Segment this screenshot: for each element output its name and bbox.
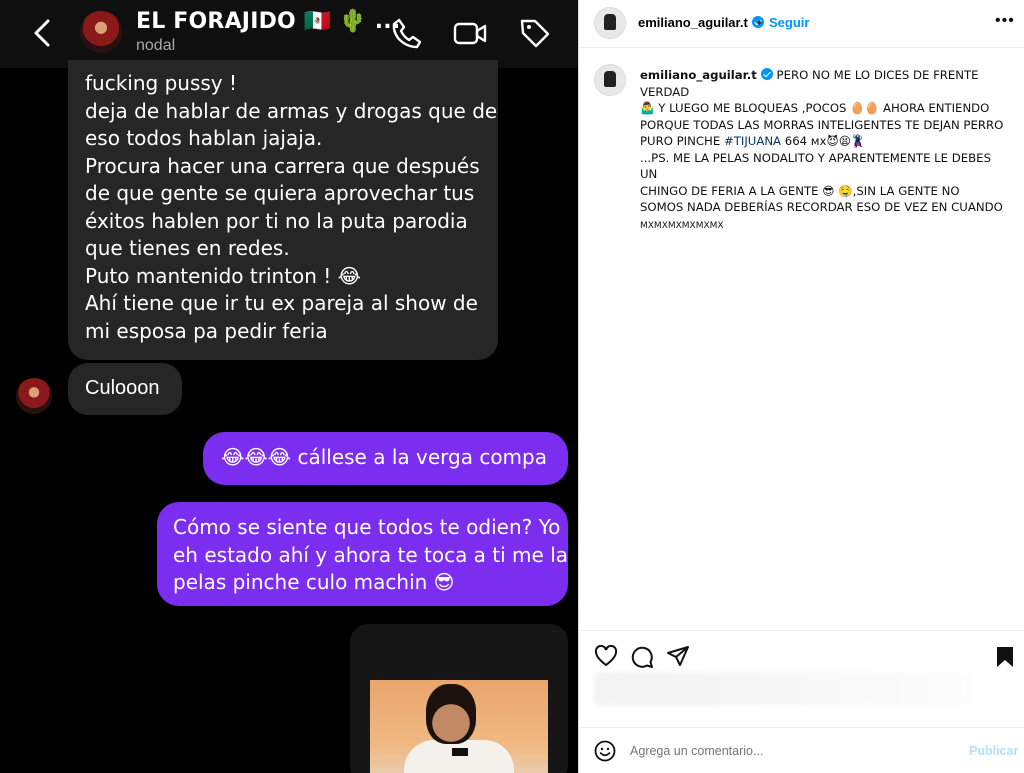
caption-line: ...PS. ME LA PELAS NODALITO Y APARENTEME… bbox=[640, 150, 991, 182]
caption-line: SOMOS NADA DEBERÍAS RECORDAR ESO DE VEZ … bbox=[640, 200, 1003, 214]
dm-chat-screenshot: EL FORAJIDO 🇲🇽 🌵 ... nodal fucking pussy… bbox=[0, 0, 578, 773]
outgoing-message-2: Cómo se siente que todos te odien? Yo eh… bbox=[157, 502, 568, 606]
message-line: mi esposa pa pedir feria bbox=[85, 318, 328, 343]
video-camera-icon[interactable] bbox=[452, 16, 488, 50]
post-header: emiliano_aguilar.t • Seguir ••• bbox=[579, 0, 1024, 48]
heart-icon[interactable] bbox=[594, 645, 618, 667]
separator-dot: • bbox=[757, 15, 762, 30]
caption-line: PORQUE TODAS LAS MORRAS INTELIGENTES TE … bbox=[640, 117, 1004, 132]
message-line: Puto mantenido trinton ! 😂 bbox=[85, 263, 362, 288]
message-line: Ahí tiene que ir tu ex pareja al show de bbox=[85, 291, 478, 315]
contact-username: nodal bbox=[136, 37, 176, 54]
chevron-left-icon[interactable] bbox=[30, 16, 54, 50]
comment-icon[interactable] bbox=[630, 645, 654, 669]
sender-avatar bbox=[16, 378, 52, 414]
incoming-message-long: fucking pussy ! deja de hablar de armas … bbox=[68, 60, 498, 360]
more-options-icon[interactable]: ••• bbox=[995, 12, 1015, 30]
incoming-message-short: Culooon bbox=[68, 363, 182, 415]
author-avatar[interactable] bbox=[594, 7, 626, 39]
message-line: que tienes en redes. bbox=[85, 236, 290, 260]
caption-line: 664 мх😈😫🦹 bbox=[784, 134, 866, 148]
message-line: fucking pussy ! bbox=[85, 71, 238, 95]
instagram-post-panel: emiliano_aguilar.t • Seguir ••• emiliano… bbox=[578, 0, 1024, 773]
message-line: Cómo se siente que todos te odien? Yo bbox=[173, 515, 561, 539]
author-username[interactable]: emiliano_aguilar.t bbox=[638, 15, 764, 30]
contact-name[interactable]: EL FORAJIDO 🇲🇽 🌵 ... bbox=[136, 9, 400, 34]
message-line: pelas pinche culo machin 😎 bbox=[173, 570, 455, 594]
outgoing-message-1: 😂😂😂 cállese a la verga compa bbox=[203, 432, 568, 485]
publish-button[interactable]: Publicar bbox=[969, 744, 1018, 758]
verified-badge-icon bbox=[760, 68, 773, 80]
caption-username[interactable]: emiliano_aguilar.t bbox=[640, 68, 757, 82]
comment-bar: Publicar bbox=[579, 727, 1024, 773]
comment-input[interactable] bbox=[630, 744, 930, 758]
caption-line: 🤷‍♂️ Y LUEGO ME BLOQUEAS ,POCOS 🥚🥚 AHORA… bbox=[640, 101, 990, 115]
hashtag-link[interactable]: #TIJUANA bbox=[724, 134, 781, 148]
message-line: de que gente se quiera aprovechar tus bbox=[85, 181, 475, 205]
bookmark-icon[interactable] bbox=[995, 645, 1015, 669]
shared-photo bbox=[370, 680, 548, 773]
post-caption: emiliano_aguilar.t PERO NO ME LO DICES D… bbox=[640, 67, 1010, 234]
tag-icon[interactable] bbox=[518, 16, 552, 50]
caption-author-avatar[interactable] bbox=[594, 64, 626, 96]
caption-line: PURO PINCHE bbox=[640, 134, 721, 148]
message-line: eso todos hablan jajaja. bbox=[85, 126, 323, 150]
phone-icon[interactable] bbox=[390, 16, 424, 50]
emoji-icon[interactable] bbox=[594, 740, 616, 762]
message-line: éxitos hablen por ti no la puta parodia bbox=[85, 208, 468, 233]
message-line: Procura hacer una carrera que después bbox=[85, 153, 480, 178]
contact-avatar[interactable] bbox=[80, 11, 122, 53]
author-username-text[interactable]: emiliano_aguilar.t bbox=[638, 15, 748, 30]
caption-line: CHINGO DE FERIA A LA GENTE 😎 🤤,SIN LA GE… bbox=[640, 183, 960, 198]
chat-header: EL FORAJIDO 🇲🇽 🌵 ... nodal bbox=[0, 0, 578, 68]
message-line: eh estado ahí y ahora te toca a ti me la bbox=[173, 542, 569, 567]
blurred-likes-area bbox=[594, 672, 974, 706]
shared-photo-message[interactable] bbox=[350, 624, 568, 773]
message-line: deja de hablar de armas y drogas que de bbox=[85, 98, 498, 123]
follow-button[interactable]: Seguir bbox=[769, 15, 809, 30]
share-icon[interactable] bbox=[666, 644, 690, 668]
caption-line: MXMXMXMXMXMX bbox=[640, 220, 724, 231]
